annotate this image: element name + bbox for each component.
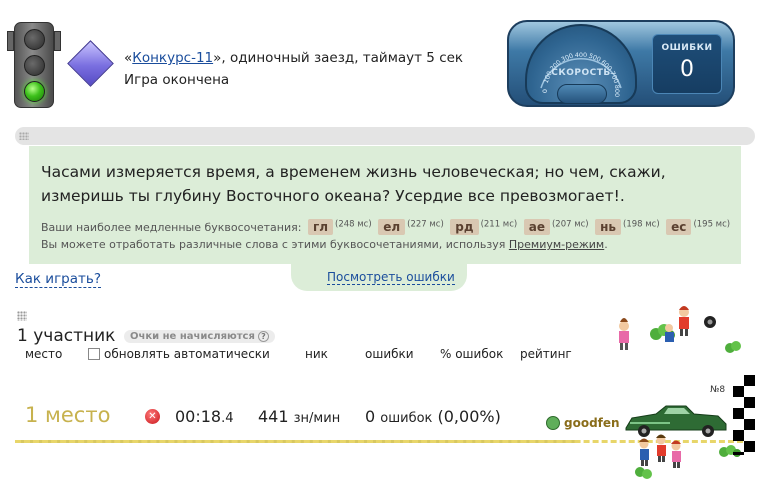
race-title: «Конкурс-11», одиночный заезд, таймаут 5… bbox=[124, 47, 463, 69]
slow-combo-item: рд (211 мс) bbox=[447, 219, 518, 235]
bush-icon bbox=[725, 341, 741, 353]
red-lamp-icon bbox=[24, 29, 45, 50]
auto-update-checkbox[interactable] bbox=[88, 348, 100, 360]
auto-update-control[interactable]: обновлять автоматически bbox=[88, 347, 270, 361]
typing-text: Часами измеряется время, а временем жизн… bbox=[41, 163, 666, 205]
bush-icon bbox=[635, 467, 652, 479]
no-points-badge: Очки не начисляются? bbox=[124, 330, 275, 343]
spectator-icon bbox=[679, 306, 689, 336]
spectator-icon bbox=[619, 318, 629, 350]
slow-combo-ms: (207 мс) bbox=[551, 219, 589, 230]
race-info: «Конкурс-11», одиночный заезд, таймаут 5… bbox=[124, 47, 463, 91]
tire-icon bbox=[704, 316, 716, 328]
speed-tick-label: 400 bbox=[575, 51, 587, 59]
slow-combo: ес bbox=[666, 219, 692, 235]
speed-label: СКОРОСТЬ bbox=[551, 68, 611, 78]
premium-mode-link[interactable]: Премиум-режим bbox=[509, 238, 604, 251]
speedometer-knob bbox=[557, 84, 607, 104]
premium-hint-text: Вы можете отработать различные слова с э… bbox=[41, 238, 509, 251]
help-icon[interactable]: ? bbox=[257, 331, 269, 342]
race-speed: 441 зн/мин bbox=[258, 407, 340, 426]
col-rating: рейтинг bbox=[520, 347, 572, 361]
traffic-light-icon bbox=[7, 22, 61, 108]
slow-combo-item: ес (195 мс) bbox=[663, 219, 731, 235]
player-nick-text[interactable]: goodfen bbox=[564, 416, 620, 430]
premium-hint-end: . bbox=[604, 238, 608, 251]
avatar bbox=[546, 416, 560, 430]
slow-combo-item: ае (207 мс) bbox=[521, 219, 589, 235]
col-place: место bbox=[25, 347, 63, 361]
view-errors-link[interactable]: Посмотреть ошибки bbox=[327, 270, 455, 285]
slow-combo: ел bbox=[378, 219, 406, 235]
speed-tick-label: 300 bbox=[560, 52, 575, 64]
green-lamp-icon bbox=[24, 81, 45, 102]
race-time: 00:18.4 bbox=[175, 407, 234, 426]
speed-tick-label: 800 bbox=[613, 85, 621, 97]
drag-grip-icon[interactable] bbox=[19, 132, 29, 140]
traffic-light-ear bbox=[7, 31, 14, 51]
spectator-icon bbox=[665, 324, 674, 342]
slow-combo-ms: (248 мс) bbox=[335, 219, 372, 230]
no-points-text: Очки не начисляются bbox=[130, 331, 255, 342]
race-description: », одиночный заезд, таймаут 5 сек bbox=[213, 50, 464, 66]
slow-combos-label: Ваши наиболее медленные буквосочетания: bbox=[41, 221, 302, 234]
slow-combo-ms: (211 мс) bbox=[480, 219, 518, 230]
speed-tick-label: 0 bbox=[541, 89, 549, 93]
drag-grip-icon[interactable] bbox=[17, 311, 27, 321]
slow-combo-item: гл (248 мс) bbox=[305, 219, 372, 235]
premium-hint: Вы можете отработать различные слова с э… bbox=[41, 238, 608, 251]
errors-value: 0 bbox=[680, 57, 694, 82]
col-nick: ник bbox=[305, 347, 328, 361]
close-icon[interactable]: ✕ bbox=[145, 409, 160, 424]
spectator-icon bbox=[639, 438, 649, 466]
dashboard: 0 100 200 300 400 500 600 700 800 СКОРОСТЬ ОШИБК… bbox=[507, 20, 735, 107]
errors-count: 0 bbox=[365, 407, 376, 426]
errors-label: ОШИБКИ bbox=[661, 43, 713, 53]
slow-combo-ms: (198 мс) bbox=[623, 219, 660, 230]
spectator-icon bbox=[656, 434, 666, 462]
slow-combo-item: нь (198 мс) bbox=[592, 219, 660, 235]
slow-combo-ms: (195 мс) bbox=[693, 219, 731, 230]
errors-counter: ОШИБКИ 0 bbox=[652, 34, 722, 94]
car-number: №8 bbox=[710, 385, 726, 395]
slow-combo: ае bbox=[523, 219, 550, 235]
speedometer: 0 100 200 300 400 500 600 700 800 СКОРОСТЬ bbox=[525, 24, 637, 104]
text-panel-scrollbar[interactable] bbox=[15, 127, 755, 145]
slow-combos: Ваши наиболее медленные буквосочетания: … bbox=[41, 219, 730, 235]
errors-percent: (0,00%) bbox=[437, 407, 501, 426]
participants-count: 1 участник bbox=[17, 326, 116, 346]
errors-tab: Посмотреть ошибки bbox=[291, 263, 467, 291]
game-type-diamond-icon bbox=[67, 40, 114, 87]
player-nick[interactable]: goodfen bbox=[546, 416, 620, 430]
traffic-light-ear bbox=[54, 31, 61, 51]
slow-combo-item: ел (227 мс) bbox=[375, 219, 444, 235]
finish-place: 1 место bbox=[25, 403, 111, 427]
spectator-icon bbox=[671, 440, 681, 468]
col-errors: ошибки bbox=[365, 347, 414, 361]
game-status: Игра окончена bbox=[124, 72, 230, 88]
auto-update-label[interactable]: обновлять автоматически bbox=[104, 347, 270, 361]
yellow-lamp-icon bbox=[24, 55, 45, 76]
text-panel: Часами измеряется время, а временем жизн… bbox=[29, 146, 741, 264]
spectators-illustration bbox=[619, 306, 741, 353]
finish-flag-icon bbox=[733, 375, 755, 455]
race-errors: 0 ошибок (0,00%) bbox=[365, 407, 501, 426]
speed-value: 441 bbox=[258, 407, 289, 426]
slow-combo-ms: (227 мс) bbox=[407, 219, 444, 230]
speed-unit: зн/мин bbox=[293, 411, 341, 426]
race-time-fraction: .4 bbox=[221, 411, 234, 426]
spectators-bottom-illustration bbox=[635, 434, 741, 479]
race-time-main: 00:18 bbox=[175, 407, 222, 426]
slow-combo: рд bbox=[450, 219, 479, 235]
errors-unit: ошибок bbox=[380, 411, 433, 426]
race-link[interactable]: Конкурс-11 bbox=[132, 50, 213, 66]
col-error-pct: % ошибок bbox=[440, 347, 504, 361]
slow-combo: гл bbox=[307, 219, 334, 235]
slow-combo: нь bbox=[595, 219, 622, 235]
how-to-play-link[interactable]: Как играть? bbox=[15, 271, 101, 288]
